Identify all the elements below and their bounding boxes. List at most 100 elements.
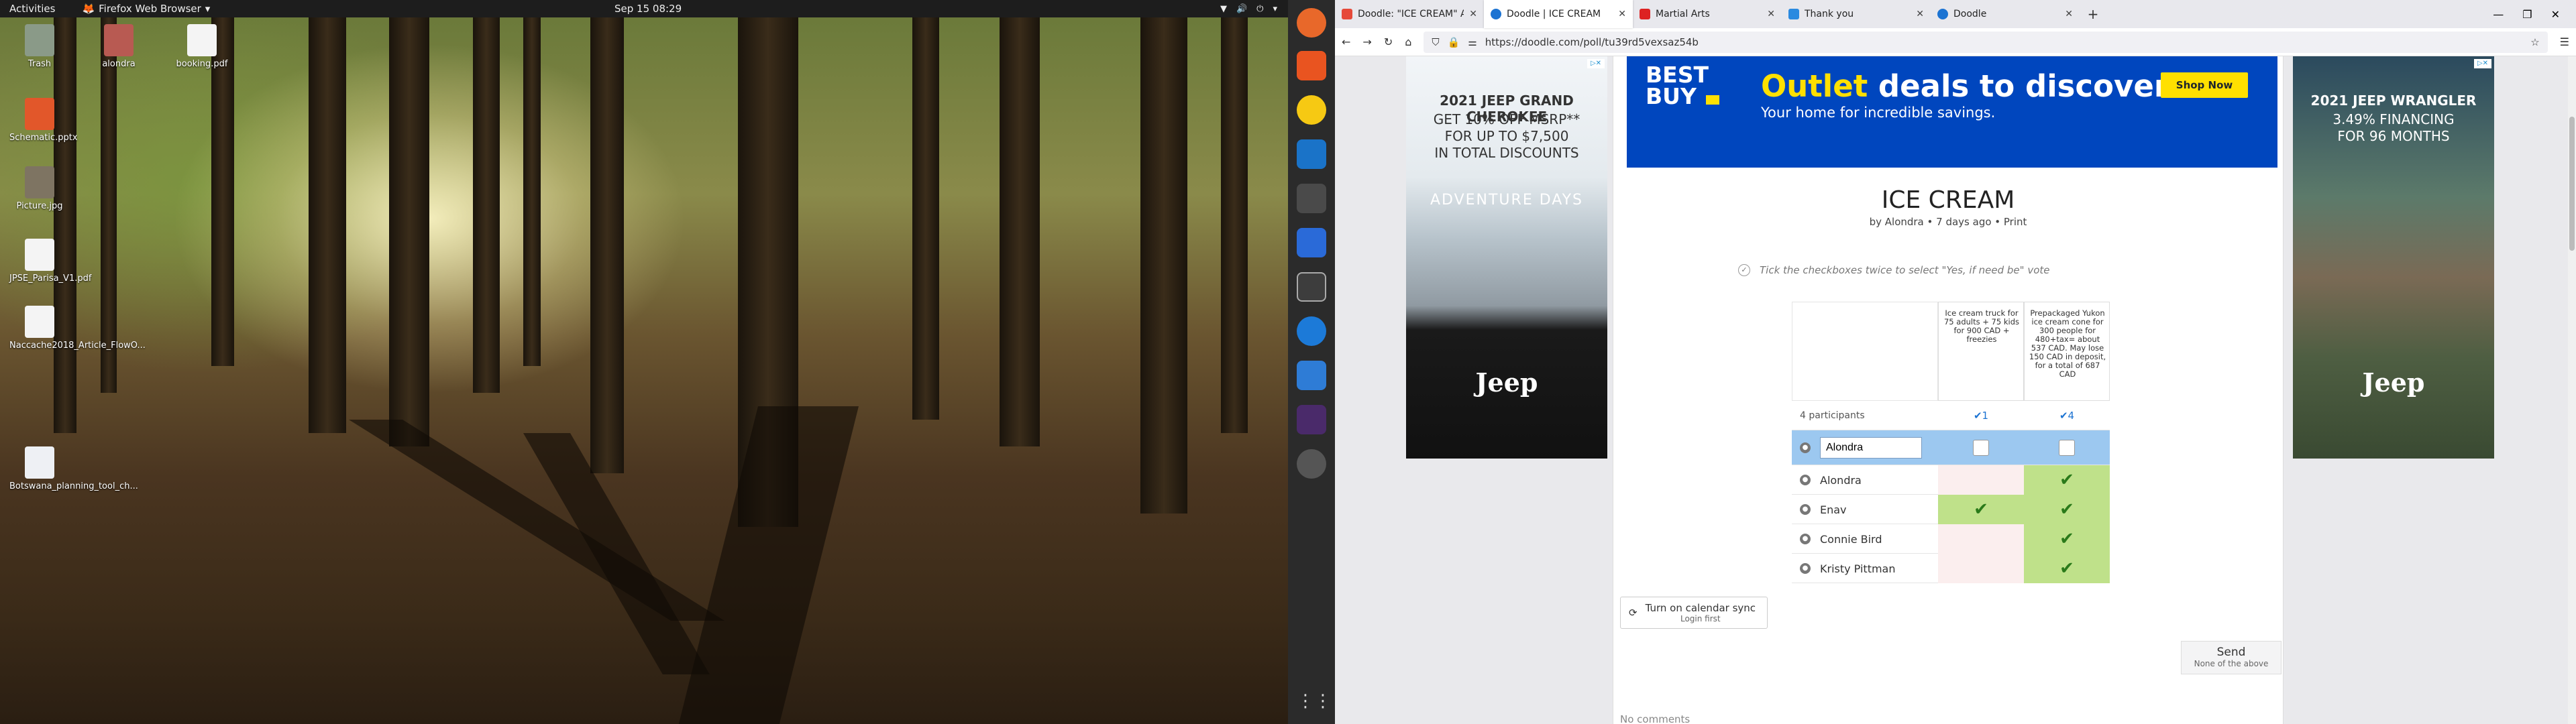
jeep-ad-left[interactable]: ▷✕ 2021 JEEP GRAND CHEROKEE GET 10% OFF …: [1406, 56, 1607, 459]
vote-checkbox-option-2[interactable]: [2059, 440, 2075, 456]
close-icon[interactable]: ✕: [1767, 9, 1775, 19]
desktop-icon-home[interactable]: alondra: [89, 24, 149, 69]
close-icon[interactable]: ✕: [1618, 9, 1626, 19]
desktop-icon-botswana[interactable]: Botswana_planning_tool_ch...: [9, 446, 138, 491]
back-button[interactable]: ←: [1342, 36, 1350, 48]
bestbuy-ad[interactable]: BEST BUY Outlet deals to discover. Your …: [1627, 56, 2277, 168]
desktop-icon-jpse-pdf[interactable]: JPSE_Parisa_V1.pdf: [9, 239, 91, 284]
tab-doodle-ice-cream[interactable]: Doodle | ICE CREAM ✕: [1484, 0, 1633, 28]
desktop-icon-naccache[interactable]: Naccache2018_Article_FlowO...: [9, 306, 146, 351]
comments-status: No comments: [1620, 713, 1690, 724]
system-tray[interactable]: ▼ 🔊 ⏻ ▾: [1220, 4, 1277, 14]
app-menu-label: Firefox Web Browser: [99, 3, 201, 15]
dock: ⋮⋮: [1288, 0, 1335, 724]
jeep-logo: Jeep: [2362, 367, 2425, 398]
bestbuy-tag-icon: [1706, 95, 1719, 105]
pdf-file-icon: [187, 24, 217, 56]
yes-check-icon: ✔: [2024, 554, 2110, 583]
minimize-button[interactable]: —: [2493, 8, 2504, 21]
nav-bar: ← → ↻ ⌂ ⛉ 🔒 ⚌ https://doodle.com/poll/tu…: [1335, 28, 2576, 56]
address-bar[interactable]: ⛉ 🔒 ⚌ https://doodle.com/poll/tu39rd5vex…: [1424, 31, 2548, 53]
participant-row: ● Connie Bird ✔: [1792, 524, 2110, 554]
desktop-icon-schematic[interactable]: Schematic.pptx: [9, 98, 78, 143]
send-button[interactable]: Send None of the above: [2181, 641, 2282, 674]
software-store-icon[interactable]: [1297, 51, 1326, 80]
check-icon: ✔: [1973, 410, 1982, 422]
home-button[interactable]: ⌂: [1405, 36, 1411, 48]
shop-now-button[interactable]: Shop Now: [2161, 72, 2248, 98]
vote-checkbox-option-1[interactable]: [1973, 440, 1989, 456]
close-window-button[interactable]: ✕: [2551, 8, 2560, 21]
chevron-down-icon: ▾: [1273, 3, 1277, 14]
new-participant-row: ●: [1792, 430, 2110, 465]
lock-icon[interactable]: 🔒: [1448, 36, 1460, 48]
close-icon[interactable]: ✕: [2065, 9, 2073, 19]
close-icon[interactable]: ✕: [1916, 9, 1924, 19]
tab-thank-you[interactable]: Thank you ✕: [1782, 0, 1931, 28]
rhythmbox-icon[interactable]: [1297, 95, 1326, 125]
thunderbird-icon[interactable]: [1297, 139, 1326, 169]
desktop-icon-trash[interactable]: Trash: [9, 24, 70, 69]
option-header-1: Ice cream truck for 75 adults + 75 kids …: [1938, 302, 2024, 401]
close-icon[interactable]: ✕: [1469, 9, 1477, 19]
tab-favicon: [1937, 9, 1948, 19]
tab-favicon: [1491, 9, 1501, 19]
trash-icon: [25, 24, 54, 56]
home-folder-icon: [104, 24, 133, 56]
poll-title: ICE CREAM: [1881, 186, 2015, 214]
option-header-2: Prepackaged Yukon ice cream cone for 300…: [2024, 302, 2110, 401]
check-icon: ✔: [2059, 410, 2068, 422]
send-icon[interactable]: [1297, 184, 1326, 213]
jeep-ad-right[interactable]: ▷✕ 2021 JEEP WRANGLER 3.49% FINANCING FO…: [2293, 56, 2494, 459]
menu-icon[interactable]: ☰: [2560, 36, 2569, 48]
participant-row: ● Enav ✔ ✔: [1792, 495, 2110, 524]
desktop-icon-picture[interactable]: Picture.jpg: [9, 166, 70, 211]
tab-favicon: [1640, 9, 1650, 19]
poll-meta[interactable]: by Alondra • 7 days ago • Print: [1613, 216, 2283, 228]
files-icon[interactable]: [1297, 272, 1326, 302]
firefox-icon[interactable]: [1297, 8, 1326, 38]
calendar-sync-button[interactable]: ⟳ Turn on calendar sync Login first: [1620, 597, 1768, 629]
clock[interactable]: Sep 15 08:29: [614, 3, 682, 15]
url-text[interactable]: https://doodle.com/poll/tu39rd5vexsaz54b: [1485, 36, 2522, 48]
shield-icon[interactable]: ⛉: [1432, 36, 1439, 48]
activities-button[interactable]: Activities: [9, 3, 55, 15]
tab-favicon: [1342, 9, 1352, 19]
permissions-icon[interactable]: ⚌: [1468, 36, 1477, 48]
page-content: ▷✕ 2021 JEEP GRAND CHEROKEE GET 10% OFF …: [1335, 56, 2576, 724]
network-icon: ▼: [1220, 3, 1227, 14]
document-viewer-icon[interactable]: [1297, 228, 1326, 257]
firefox-icon: 🦊: [82, 3, 95, 15]
firefox-window: Doodle: "ICE CREAM" Ad ✕ Doodle | ICE CR…: [1335, 0, 2576, 724]
user-icon: ●: [1800, 475, 1811, 485]
adchoices-icon[interactable]: ▷✕: [2474, 59, 2491, 68]
tab-martial-arts[interactable]: Martial Arts ✕: [1633, 0, 1782, 28]
user-icon: ●: [1800, 504, 1811, 515]
maximize-button[interactable]: ❐: [2522, 8, 2532, 21]
page-scrollbar[interactable]: [2568, 56, 2576, 724]
yes-check-icon: ✔: [1938, 495, 2024, 524]
desktop-icon-booking-pdf[interactable]: booking.pdf: [172, 24, 232, 69]
updates-icon[interactable]: [1297, 449, 1326, 479]
jeep-logo: Jeep: [1475, 367, 1538, 398]
yes-check-icon: ✔: [2024, 495, 2110, 524]
tasks-icon[interactable]: [1297, 361, 1326, 390]
window-controls: — ❐ ✕: [2493, 0, 2576, 28]
bookmark-star-icon[interactable]: ☆: [2530, 36, 2539, 48]
help-icon[interactable]: [1297, 316, 1326, 346]
reload-button[interactable]: ↻: [1384, 36, 1393, 48]
power-icon: ⏻: [1256, 3, 1264, 14]
participant-row: ● Alondra ✔: [1792, 465, 2110, 495]
show-apps-icon[interactable]: ⋮⋮: [1297, 686, 1332, 716]
forward-button[interactable]: →: [1362, 36, 1371, 48]
adchoices-icon[interactable]: ▷✕: [1587, 59, 1605, 68]
new-tab-button[interactable]: +: [2080, 0, 2106, 28]
participants-summary-row: 4 participants ✔ 1 ✔ 4: [1792, 401, 2110, 430]
vote-hint: ✓ Tick the checkboxes twice to select "Y…: [1738, 264, 2050, 276]
tab-doodle[interactable]: Doodle ✕: [1931, 0, 2080, 28]
participant-name-input[interactable]: [1820, 437, 1922, 459]
tab-doodle-ad[interactable]: Doodle: "ICE CREAM" Ad ✕: [1335, 0, 1484, 28]
vpn-icon[interactable]: [1297, 405, 1326, 434]
app-menu[interactable]: 🦊 Firefox Web Browser ▾: [82, 3, 210, 15]
checkbox-hint-icon: ✓: [1738, 264, 1750, 276]
